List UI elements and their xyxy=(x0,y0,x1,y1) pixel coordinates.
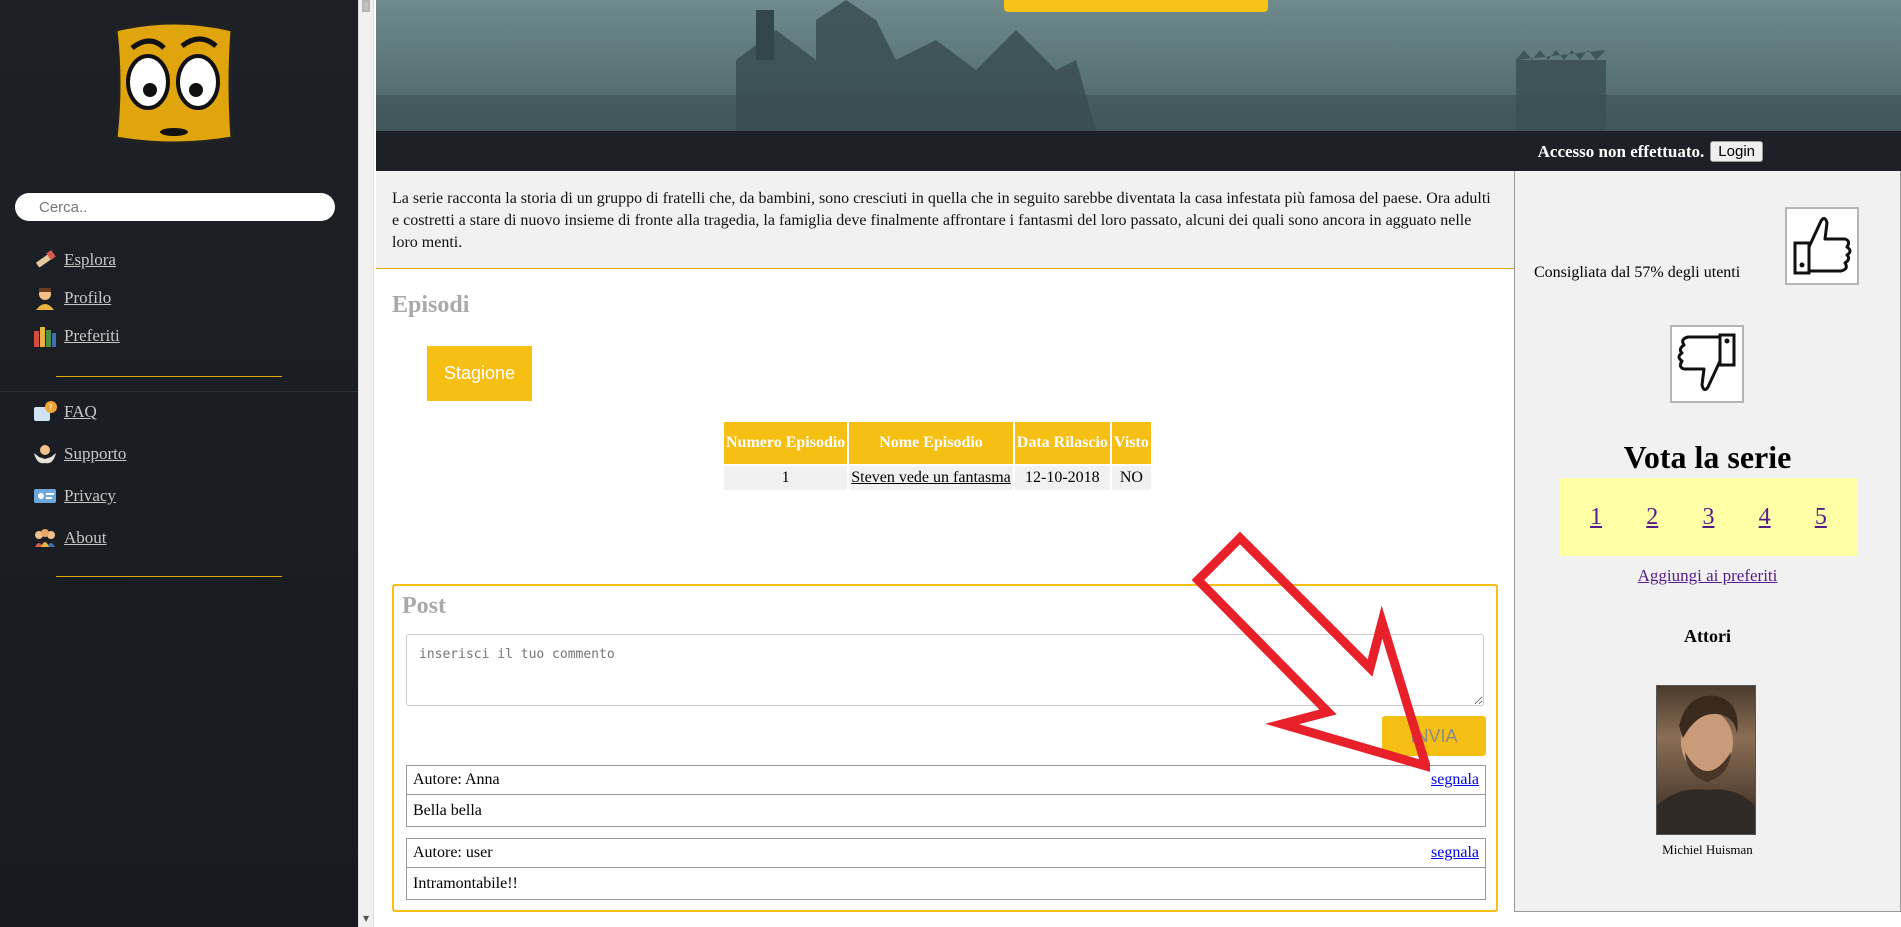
support-icon xyxy=(32,442,58,466)
thumbs-up-button[interactable] xyxy=(1785,207,1859,285)
comment-author: Autore: Anna xyxy=(413,771,500,788)
thumbs-down-icon xyxy=(1677,333,1736,392)
nav-item-about[interactable]: About xyxy=(32,526,126,550)
episode-date: 12-10-2018 xyxy=(1014,466,1110,490)
sidebar-divider xyxy=(56,576,282,577)
episode-name-cell: Steven vede un fantasma xyxy=(849,466,1013,490)
episodes-title: Episodi xyxy=(392,292,470,318)
books-icon xyxy=(32,324,58,348)
comment-card: Autore: user segnala Intramontabile!! xyxy=(406,838,1486,900)
episode-number: 1 xyxy=(724,466,848,490)
report-link[interactable]: segnala xyxy=(1431,844,1479,862)
haunted-house-image xyxy=(376,0,1901,131)
annotation-arrow-icon xyxy=(1191,531,1430,772)
rating-4-link[interactable]: 4 xyxy=(1759,504,1771,531)
series-side-panel: Consigliata dal 57% degli utenti Vota la… xyxy=(1514,171,1901,912)
favorites-row: Aggiungi ai preferiti xyxy=(1515,566,1900,586)
sidebar-separator xyxy=(0,391,358,392)
season-button[interactable]: Stagione xyxy=(427,346,532,401)
actor-name: Michiel Huisman xyxy=(1662,842,1753,857)
main-nav: Esplora Profilo Preferiti xyxy=(32,248,120,362)
table-row: 1 Steven vede un fantasma 12-10-2018 NO xyxy=(724,466,1151,490)
thumbs-down-button[interactable] xyxy=(1670,325,1744,403)
login-bar: Accesso non effettuato. Login xyxy=(376,131,1901,171)
comment-header: Autore: user segnala xyxy=(407,839,1485,868)
login-button[interactable]: Login xyxy=(1710,141,1763,162)
recommendation-text: Consigliata dal 57% degli utenti xyxy=(1534,264,1741,281)
comment-text: Intramontabile!! xyxy=(413,874,518,892)
nav-link-supporto[interactable]: Supporto xyxy=(64,444,126,464)
nav-link-about[interactable]: About xyxy=(64,528,107,548)
hero-banner xyxy=(376,0,1901,131)
info-nav: ? FAQ Supporto Privacy About xyxy=(32,400,126,564)
svg-text:?: ? xyxy=(49,403,53,412)
table-header-row: Numero Episodio Nome Episodio Data Rilas… xyxy=(724,422,1151,464)
nav-item-faq[interactable]: ? FAQ xyxy=(32,400,126,424)
nav-link-faq[interactable]: FAQ xyxy=(64,402,97,422)
nav-link-privacy[interactable]: Privacy xyxy=(64,486,116,506)
nav-item-preferiti[interactable]: Preferiti xyxy=(32,324,120,348)
flashlight-icon xyxy=(32,248,58,272)
column-header-data: Data Rilascio xyxy=(1014,422,1110,464)
column-header-numero: Numero Episodio xyxy=(724,422,848,464)
rating-3-link[interactable]: 3 xyxy=(1702,504,1714,531)
comment-text: Bella bella xyxy=(413,801,482,819)
column-header-nome: Nome Episodio xyxy=(849,422,1013,464)
login-status: Accesso non effettuato. Login xyxy=(1538,141,1763,162)
privacy-icon xyxy=(32,484,58,508)
vote-title: Vota la serie xyxy=(1623,439,1792,475)
rating-2-link[interactable]: 2 xyxy=(1646,504,1658,531)
team-icon xyxy=(32,526,58,550)
page-scrollbar[interactable]: ▼ xyxy=(358,0,374,927)
nav-link-profilo[interactable]: Profilo xyxy=(64,288,111,308)
comment-author: Autore: user xyxy=(413,844,493,861)
report-link[interactable]: segnala xyxy=(1431,771,1479,789)
scrollbar-thumb[interactable] xyxy=(362,0,370,12)
column-header-visto: Visto xyxy=(1111,422,1151,464)
episode-watched: NO xyxy=(1111,466,1151,490)
faq-icon: ? xyxy=(32,400,58,424)
add-to-favorites-link[interactable]: Aggiungi ai preferiti xyxy=(1638,566,1778,585)
actors-title: Attori xyxy=(1684,626,1731,646)
episode-link[interactable]: Steven vede un fantasma xyxy=(851,469,1011,486)
series-description: La serie racconta la storia di un gruppo… xyxy=(376,171,1514,269)
rating-selector: 1 2 3 4 5 xyxy=(1560,478,1857,556)
thumbs-up-icon xyxy=(1793,216,1852,275)
scroll-down-arrow-icon[interactable]: ▼ xyxy=(363,914,369,923)
user-icon xyxy=(32,286,58,310)
nav-item-supporto[interactable]: Supporto xyxy=(32,442,126,466)
rating-5-link[interactable]: 5 xyxy=(1815,504,1827,531)
nav-link-esplora[interactable]: Esplora xyxy=(64,250,116,270)
search-input[interactable] xyxy=(15,193,335,221)
sidebar-divider xyxy=(56,376,282,377)
nav-item-esplora[interactable]: Esplora xyxy=(32,248,120,272)
nav-item-profilo[interactable]: Profilo xyxy=(32,286,120,310)
site-logo[interactable] xyxy=(110,20,238,148)
nav-item-privacy[interactable]: Privacy xyxy=(32,484,126,508)
actor-photo[interactable] xyxy=(1656,685,1756,835)
episodes-table: Numero Episodio Nome Episodio Data Rilas… xyxy=(722,420,1153,492)
post-title: Post xyxy=(402,593,446,619)
sidebar: Esplora Profilo Preferiti ? FAQ xyxy=(0,0,358,927)
rating-1-link[interactable]: 1 xyxy=(1590,504,1602,531)
nav-link-preferiti[interactable]: Preferiti xyxy=(64,326,120,346)
login-status-text: Accesso non effettuato. xyxy=(1537,141,1705,161)
